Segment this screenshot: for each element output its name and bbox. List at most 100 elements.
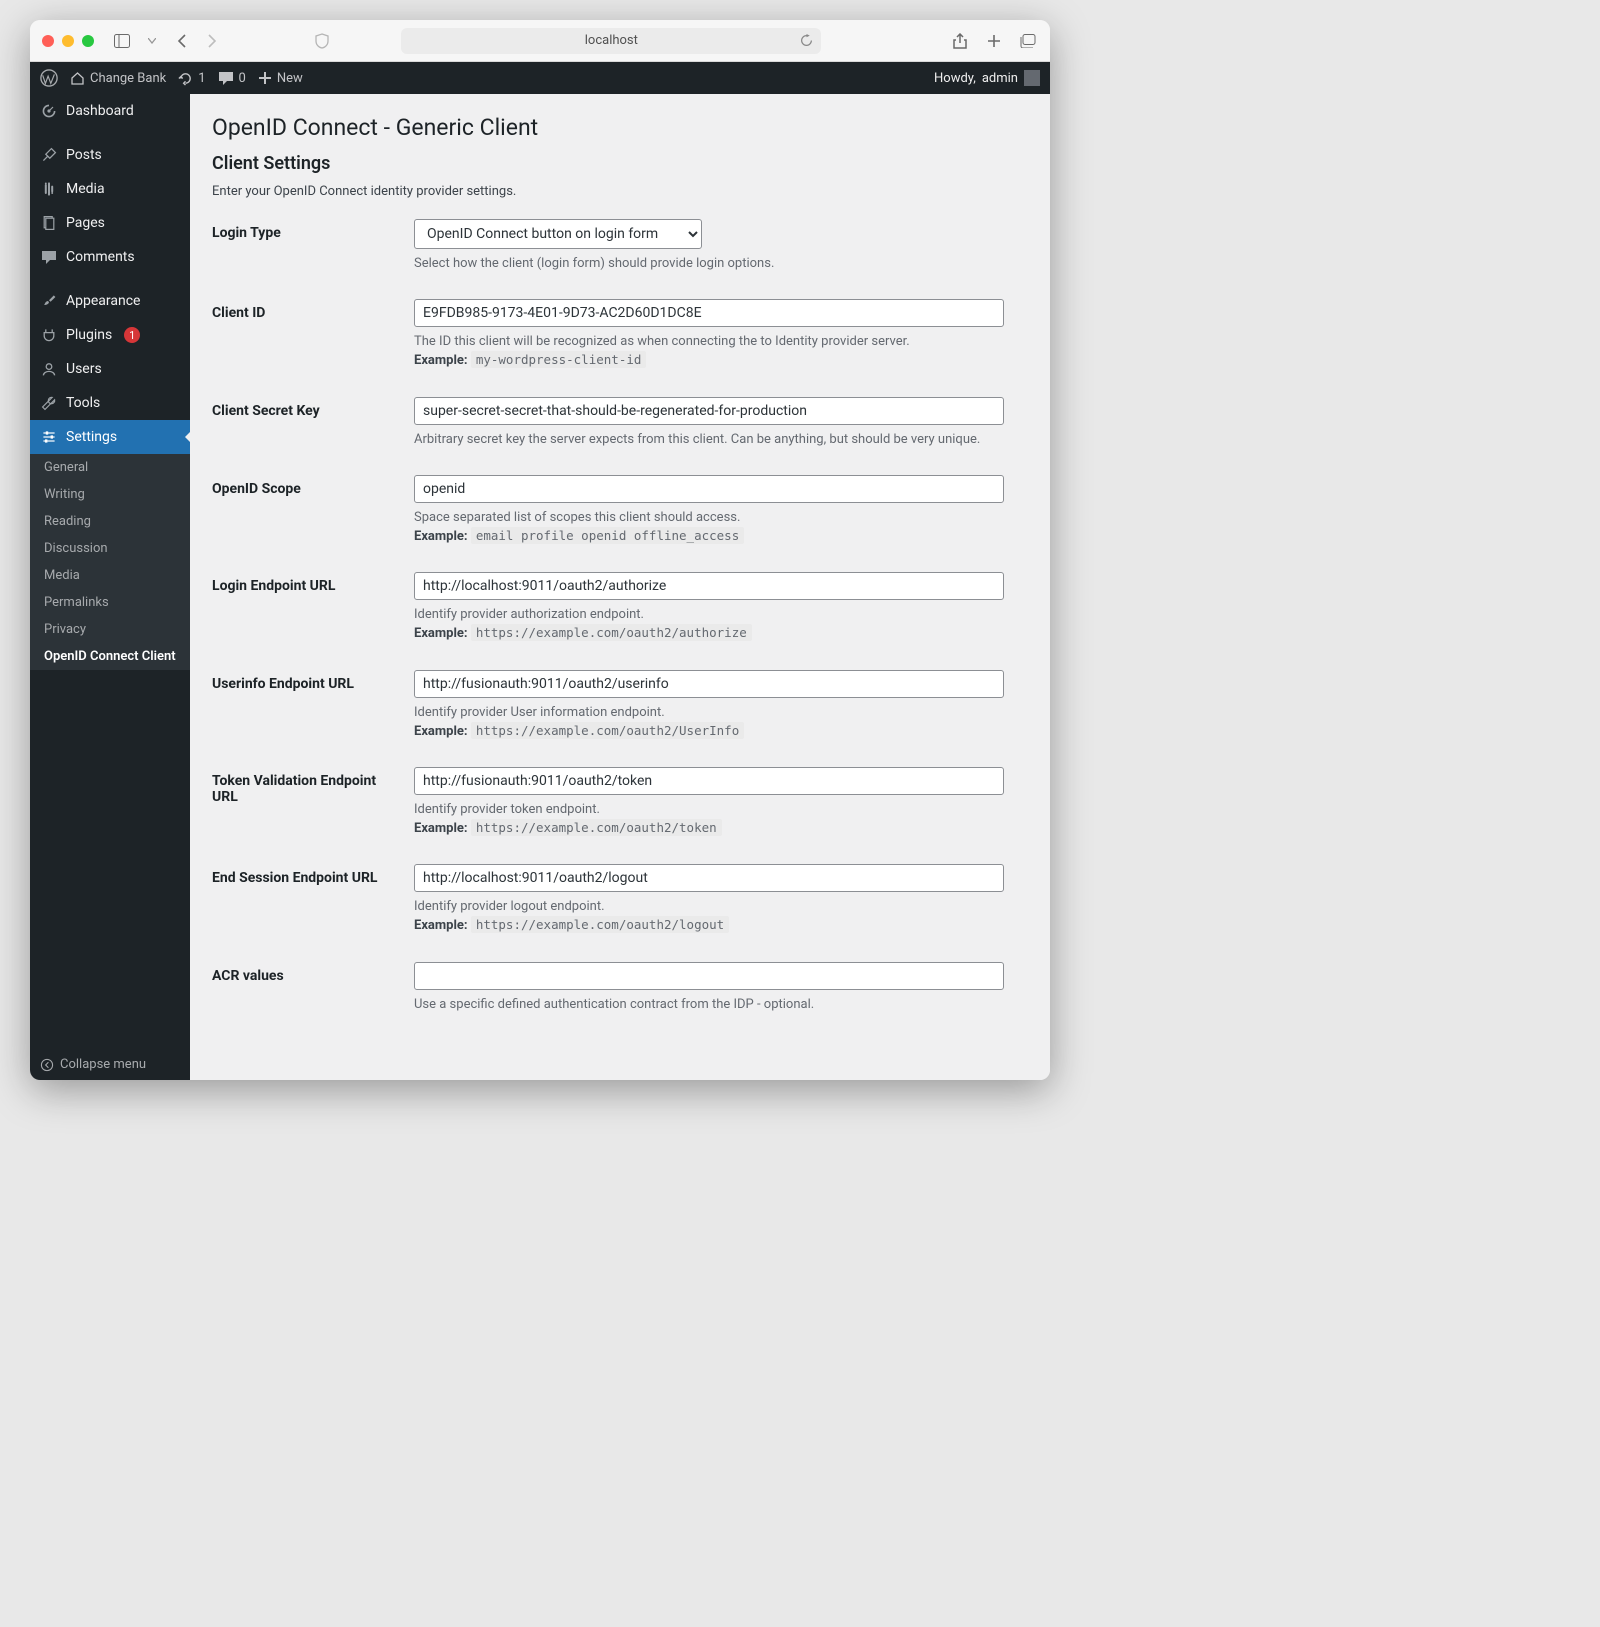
menu-posts[interactable]: Posts: [30, 138, 190, 172]
wrench-icon: [40, 394, 58, 412]
menu-label: Dashboard: [66, 103, 134, 119]
comments-icon: [40, 248, 58, 266]
url-text: localhost: [585, 33, 638, 48]
zoom-window-button[interactable]: [82, 35, 94, 47]
acr-values-input[interactable]: [414, 962, 1004, 990]
wp-admin-sidebar: Dashboard Posts Media Pages Comments: [30, 94, 190, 1080]
submenu-openid-connect-client[interactable]: OpenID Connect Client: [30, 643, 190, 670]
collapse-menu-button[interactable]: Collapse menu: [30, 1049, 190, 1080]
back-button[interactable]: [172, 31, 192, 51]
label-client-id: Client ID: [212, 299, 402, 321]
home-icon: [70, 71, 85, 85]
help-userinfo-endpoint: Identify provider User information endpo…: [414, 704, 1028, 741]
openid-scope-input[interactable]: [414, 475, 1004, 503]
pin-icon: [40, 146, 58, 164]
field-login-endpoint: Login Endpoint URL Identify provider aut…: [212, 572, 1028, 643]
tabs-overview-icon[interactable]: [1018, 31, 1038, 51]
pages-icon: [40, 214, 58, 232]
new-tab-icon[interactable]: [984, 31, 1004, 51]
end-session-endpoint-input[interactable]: [414, 864, 1004, 892]
plus-icon: [258, 71, 272, 85]
section-desc: Enter your OpenID Connect identity provi…: [212, 184, 1028, 199]
client-id-input[interactable]: [414, 299, 1004, 327]
menu-label: Appearance: [66, 293, 140, 309]
help-login-type: Select how the client (login form) shoul…: [414, 255, 1028, 273]
browser-window: localhost Change Bank 1 0 New: [30, 20, 1050, 1080]
menu-appearance[interactable]: Appearance: [30, 284, 190, 318]
user-icon: [40, 360, 58, 378]
plugins-badge: 1: [124, 327, 140, 343]
shield-icon[interactable]: [312, 31, 332, 51]
userinfo-endpoint-input[interactable]: [414, 670, 1004, 698]
menu-label: Plugins: [66, 327, 112, 343]
site-name: Change Bank: [90, 71, 166, 86]
menu-comments[interactable]: Comments: [30, 240, 190, 274]
menu-dashboard[interactable]: Dashboard: [30, 94, 190, 128]
new-content-link[interactable]: New: [258, 71, 303, 86]
help-end-session-endpoint: Identify provider logout endpoint. Examp…: [414, 898, 1028, 935]
media-icon: [40, 180, 58, 198]
collapse-label: Collapse menu: [60, 1057, 146, 1072]
submenu-media[interactable]: Media: [30, 562, 190, 589]
submenu-writing[interactable]: Writing: [30, 481, 190, 508]
submenu-discussion[interactable]: Discussion: [30, 535, 190, 562]
help-client-id: The ID this client will be recognized as…: [414, 333, 1028, 370]
client-secret-input[interactable]: [414, 397, 1004, 425]
submenu-privacy[interactable]: Privacy: [30, 616, 190, 643]
field-acr-values: ACR values Use a specific defined authen…: [212, 962, 1028, 1014]
token-endpoint-input[interactable]: [414, 767, 1004, 795]
menu-pages[interactable]: Pages: [30, 206, 190, 240]
collapse-icon: [40, 1058, 54, 1072]
submenu-general[interactable]: General: [30, 454, 190, 481]
field-token-endpoint: Token Validation Endpoint URL Identify p…: [212, 767, 1028, 838]
comments-link[interactable]: 0: [218, 71, 246, 86]
help-acr-values: Use a specific defined authentication co…: [414, 996, 1028, 1014]
refresh-icon[interactable]: [800, 34, 813, 47]
menu-settings[interactable]: Settings: [30, 420, 190, 454]
label-acr-values: ACR values: [212, 962, 402, 984]
comment-icon: [218, 71, 234, 86]
dashboard-icon: [40, 102, 58, 120]
wp-admin-bar: Change Bank 1 0 New Howdy, admin: [30, 62, 1050, 94]
share-icon[interactable]: [950, 31, 970, 51]
toolbar-dropdown-icon[interactable]: [142, 31, 162, 51]
label-userinfo-endpoint: Userinfo Endpoint URL: [212, 670, 402, 692]
field-end-session-endpoint: End Session Endpoint URL Identify provid…: [212, 864, 1028, 935]
login-type-select[interactable]: OpenID Connect button on login form: [414, 219, 702, 249]
menu-media[interactable]: Media: [30, 172, 190, 206]
help-client-secret: Arbitrary secret key the server expects …: [414, 431, 1028, 449]
submenu-permalinks[interactable]: Permalinks: [30, 589, 190, 616]
menu-users[interactable]: Users: [30, 352, 190, 386]
sidebar-toggle-button[interactable]: [112, 31, 132, 51]
menu-label: Settings: [66, 429, 117, 445]
menu-label: Comments: [66, 249, 135, 265]
submenu-reading[interactable]: Reading: [30, 508, 190, 535]
account-link[interactable]: Howdy, admin: [934, 70, 1040, 86]
menu-label: Tools: [66, 395, 100, 411]
minimize-window-button[interactable]: [62, 35, 74, 47]
new-label: New: [277, 71, 303, 86]
menu-plugins[interactable]: Plugins 1: [30, 318, 190, 352]
login-endpoint-input[interactable]: [414, 572, 1004, 600]
brush-icon: [40, 292, 58, 310]
menu-tools[interactable]: Tools: [30, 386, 190, 420]
howdy-prefix: Howdy,: [934, 71, 976, 86]
field-login-type: Login Type OpenID Connect button on logi…: [212, 219, 1028, 273]
traffic-lights: [42, 35, 94, 47]
updates-link[interactable]: 1: [178, 71, 205, 86]
menu-label: Posts: [66, 147, 102, 163]
help-token-endpoint: Identify provider token endpoint. Exampl…: [414, 801, 1028, 838]
site-link[interactable]: Change Bank: [70, 71, 166, 86]
close-window-button[interactable]: [42, 35, 54, 47]
plug-icon: [40, 326, 58, 344]
browser-toolbar: localhost: [30, 20, 1050, 62]
forward-button[interactable]: [202, 31, 222, 51]
field-client-secret: Client Secret Key Arbitrary secret key t…: [212, 397, 1028, 449]
label-login-endpoint: Login Endpoint URL: [212, 572, 402, 594]
label-end-session-endpoint: End Session Endpoint URL: [212, 864, 402, 886]
wp-logo-icon[interactable]: [40, 69, 58, 87]
section-title: Client Settings: [212, 153, 1028, 174]
field-openid-scope: OpenID Scope Space separated list of sco…: [212, 475, 1028, 546]
label-token-endpoint: Token Validation Endpoint URL: [212, 767, 402, 805]
url-bar[interactable]: localhost: [401, 28, 821, 54]
